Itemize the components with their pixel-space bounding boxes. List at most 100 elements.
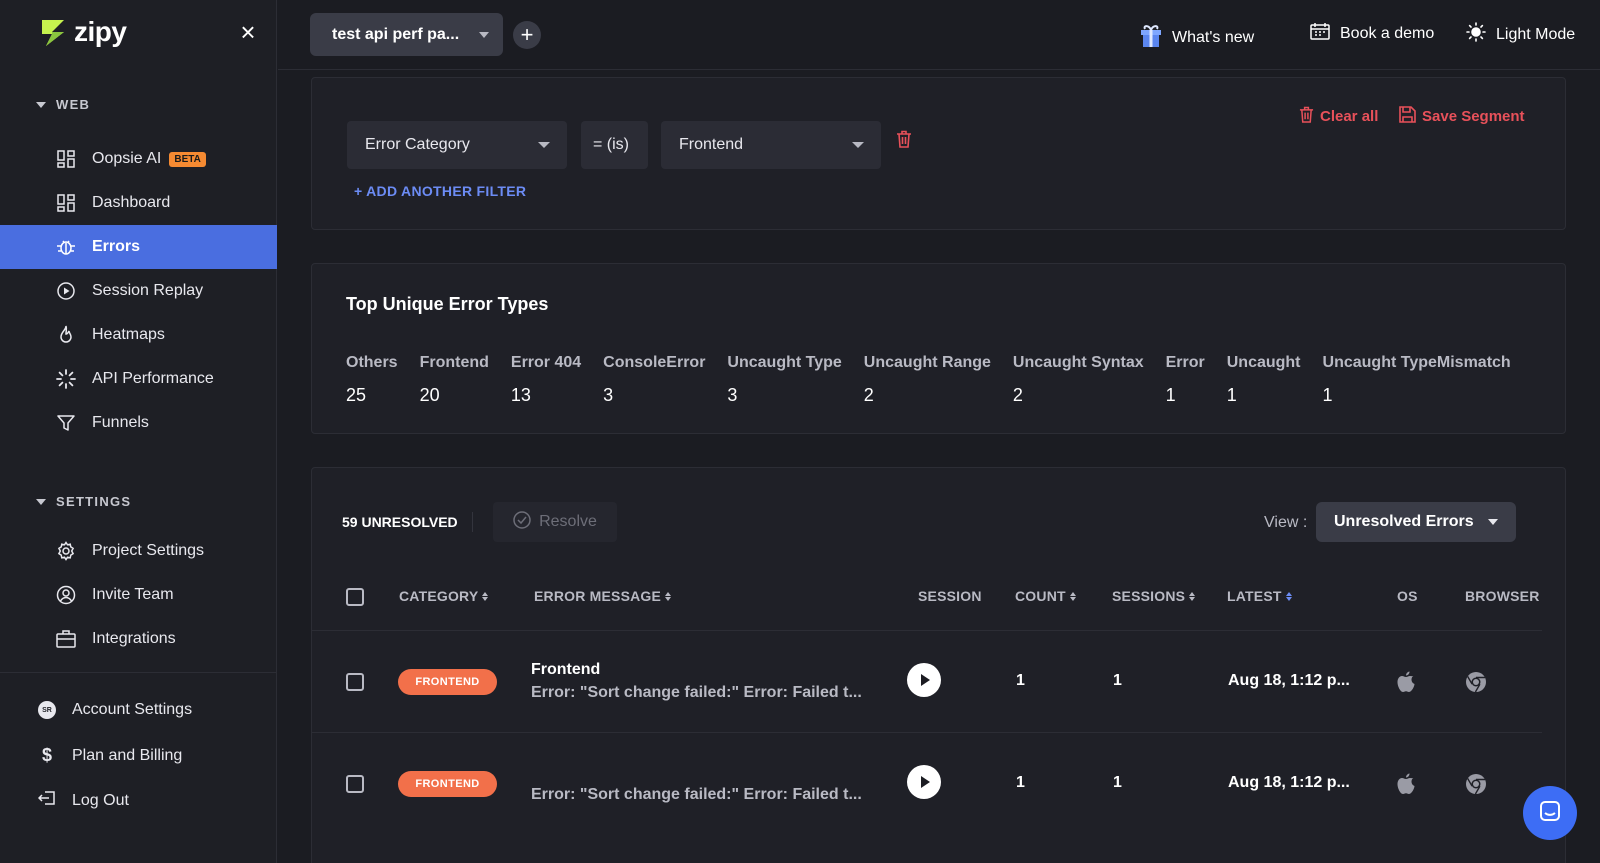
- error-type-item[interactable]: Uncaught 1: [1227, 354, 1301, 406]
- clear-all-button[interactable]: Clear all: [1299, 106, 1378, 127]
- sidebar-item-errors[interactable]: Errors: [0, 225, 277, 269]
- account-settings-link[interactable]: SR Account Settings: [38, 701, 192, 719]
- chevron-down-icon: [36, 101, 46, 108]
- add-project-button[interactable]: +: [513, 21, 541, 49]
- save-segment-button[interactable]: Save Segment: [1399, 106, 1525, 127]
- plan-billing-link[interactable]: $ Plan and Billing: [38, 745, 182, 766]
- column-header-label: SESSION: [918, 588, 982, 604]
- play-circle-icon: [56, 281, 76, 301]
- filter-value-value: Frontend: [679, 136, 744, 153]
- error-type-item[interactable]: Uncaught Syntax 2: [1013, 354, 1144, 406]
- error-type-count: 1: [1165, 385, 1176, 405]
- column-header-os: OS: [1397, 588, 1418, 604]
- error-type-item[interactable]: Frontend 20: [420, 354, 489, 406]
- column-header-count[interactable]: COUNT: [1015, 588, 1076, 604]
- logout-link[interactable]: Log Out: [37, 789, 129, 812]
- account-settings-label: Account Settings: [72, 701, 193, 718]
- chevron-down-icon: [852, 142, 864, 148]
- sidebar-item-funnels[interactable]: Funnels: [0, 401, 277, 445]
- filter-value-select[interactable]: Frontend: [661, 121, 881, 169]
- sidebar-item-dashboard[interactable]: Dashboard: [0, 181, 277, 225]
- delete-filter-icon[interactable]: [896, 130, 912, 153]
- sessions-value: 1: [1113, 774, 1122, 791]
- error-message: Error: "Sort change failed:" Error: Fail…: [531, 684, 862, 701]
- avatar: SR: [38, 701, 56, 719]
- play-session-button[interactable]: [907, 663, 941, 697]
- add-another-filter-button[interactable]: + ADD ANOTHER FILTER: [354, 183, 526, 199]
- light-mode-toggle[interactable]: Light Mode: [1466, 22, 1575, 47]
- sort-icon: [665, 591, 672, 601]
- chrome-icon: [1465, 773, 1487, 800]
- error-type-item[interactable]: Error 404 13: [511, 354, 581, 406]
- error-type-item[interactable]: Others 25: [346, 354, 398, 406]
- error-type-name: ConsoleError: [603, 354, 706, 371]
- chevron-down-icon: [1488, 519, 1498, 525]
- row-checkbox[interactable]: [346, 775, 364, 793]
- latest-value: Aug 18, 1:12 p...: [1228, 774, 1350, 791]
- resolve-button[interactable]: Resolve: [493, 502, 617, 542]
- project-selector[interactable]: test api perf pa...: [310, 13, 503, 56]
- error-type-item[interactable]: Uncaught Range 2: [864, 354, 991, 406]
- column-header-error-message[interactable]: ERROR MESSAGE: [534, 588, 672, 604]
- column-header-latest[interactable]: LATEST: [1227, 588, 1292, 604]
- chat-icon: [1538, 799, 1562, 828]
- close-sidebar-icon[interactable]: ×: [236, 19, 260, 45]
- error-type-item[interactable]: ConsoleError 3: [603, 354, 705, 406]
- error-type-count: 13: [510, 385, 531, 405]
- column-header-label: SESSIONS: [1112, 588, 1186, 604]
- top-error-types-panel: Top Unique Error Types Others 25 Frontend…: [311, 263, 1566, 434]
- filter-panel: Error Category = (is) Frontend + ADD ANO…: [311, 77, 1566, 230]
- sidebar: zipy × WEB Oopsie AI BETA Dashboard Erro…: [0, 0, 277, 863]
- sidebar-item-invite-team[interactable]: Invite Team: [0, 573, 277, 617]
- sidebar-item-label: Project Settings: [92, 542, 205, 559]
- table-row[interactable]: FRONTEND Error: "Sort change failed:" Er…: [312, 732, 1542, 834]
- column-header-label: LATEST: [1227, 588, 1282, 604]
- web-section-toggle[interactable]: WEB: [36, 97, 90, 112]
- book-demo-link[interactable]: Book a demo: [1310, 22, 1434, 45]
- view-selector[interactable]: Unresolved Errors: [1316, 502, 1516, 542]
- sidebar-item-session-replay[interactable]: Session Replay: [0, 269, 277, 313]
- logout-label: Log Out: [72, 791, 129, 809]
- column-header-session: SESSION: [918, 588, 982, 604]
- sort-icon: [1069, 591, 1076, 601]
- table-row[interactable]: FRONTEND Frontend Error: "Sort change fa…: [312, 630, 1542, 732]
- error-type-item[interactable]: Uncaught TypeMismatch 1: [1323, 354, 1511, 406]
- chrome-icon: [1465, 671, 1487, 698]
- sidebar-item-heatmaps[interactable]: Heatmaps: [0, 313, 277, 357]
- sidebar-item-label: Invite Team: [92, 586, 174, 603]
- column-header-sessions[interactable]: SESSIONS: [1112, 588, 1196, 604]
- select-all-checkbox[interactable]: [346, 588, 364, 606]
- sidebar-item-integrations[interactable]: Integrations: [0, 617, 277, 661]
- latest-value: Aug 18, 1:12 p...: [1228, 672, 1350, 689]
- beta-badge: BETA: [169, 151, 206, 167]
- category-badge: FRONTEND: [398, 669, 497, 695]
- grid-icon: [56, 193, 76, 213]
- top-error-types-title: Top Unique Error Types: [346, 294, 549, 314]
- filter-operator-select[interactable]: = (is): [581, 121, 648, 169]
- chat-launcher-button[interactable]: [1523, 786, 1577, 840]
- error-type-count: 3: [603, 385, 614, 405]
- apple-icon: [1396, 773, 1416, 800]
- whats-new-label: What's new: [1172, 28, 1255, 46]
- clear-all-label: Clear all: [1320, 108, 1379, 125]
- error-type-item[interactable]: Error 1: [1166, 354, 1205, 406]
- play-session-button[interactable]: [907, 765, 941, 799]
- gift-icon: [1140, 22, 1162, 53]
- sidebar-item-oopsie-ai[interactable]: Oopsie AI BETA: [0, 137, 277, 181]
- settings-section-toggle[interactable]: SETTINGS: [36, 494, 131, 509]
- whats-new-link[interactable]: What's new: [1140, 22, 1254, 53]
- resolve-label: Resolve: [539, 513, 597, 530]
- dollar-icon: $: [41, 745, 52, 765]
- sessions-value: 1: [1113, 672, 1122, 689]
- sidebar-item-label: Errors: [92, 238, 141, 255]
- error-type-item[interactable]: Uncaught Type 3: [727, 354, 841, 406]
- sidebar-item-project-settings[interactable]: Project Settings: [0, 529, 277, 573]
- sidebar-item-api-performance[interactable]: API Performance: [0, 357, 277, 401]
- error-type-count: 1: [1322, 385, 1333, 405]
- zipy-logo[interactable]: zipy: [38, 16, 127, 48]
- column-header-category[interactable]: CATEGORY: [399, 588, 489, 604]
- filter-field-select[interactable]: Error Category: [347, 121, 567, 169]
- calendar-icon: [1310, 22, 1330, 45]
- row-checkbox[interactable]: [346, 673, 364, 691]
- sidebar-item-label: Integrations: [92, 630, 176, 647]
